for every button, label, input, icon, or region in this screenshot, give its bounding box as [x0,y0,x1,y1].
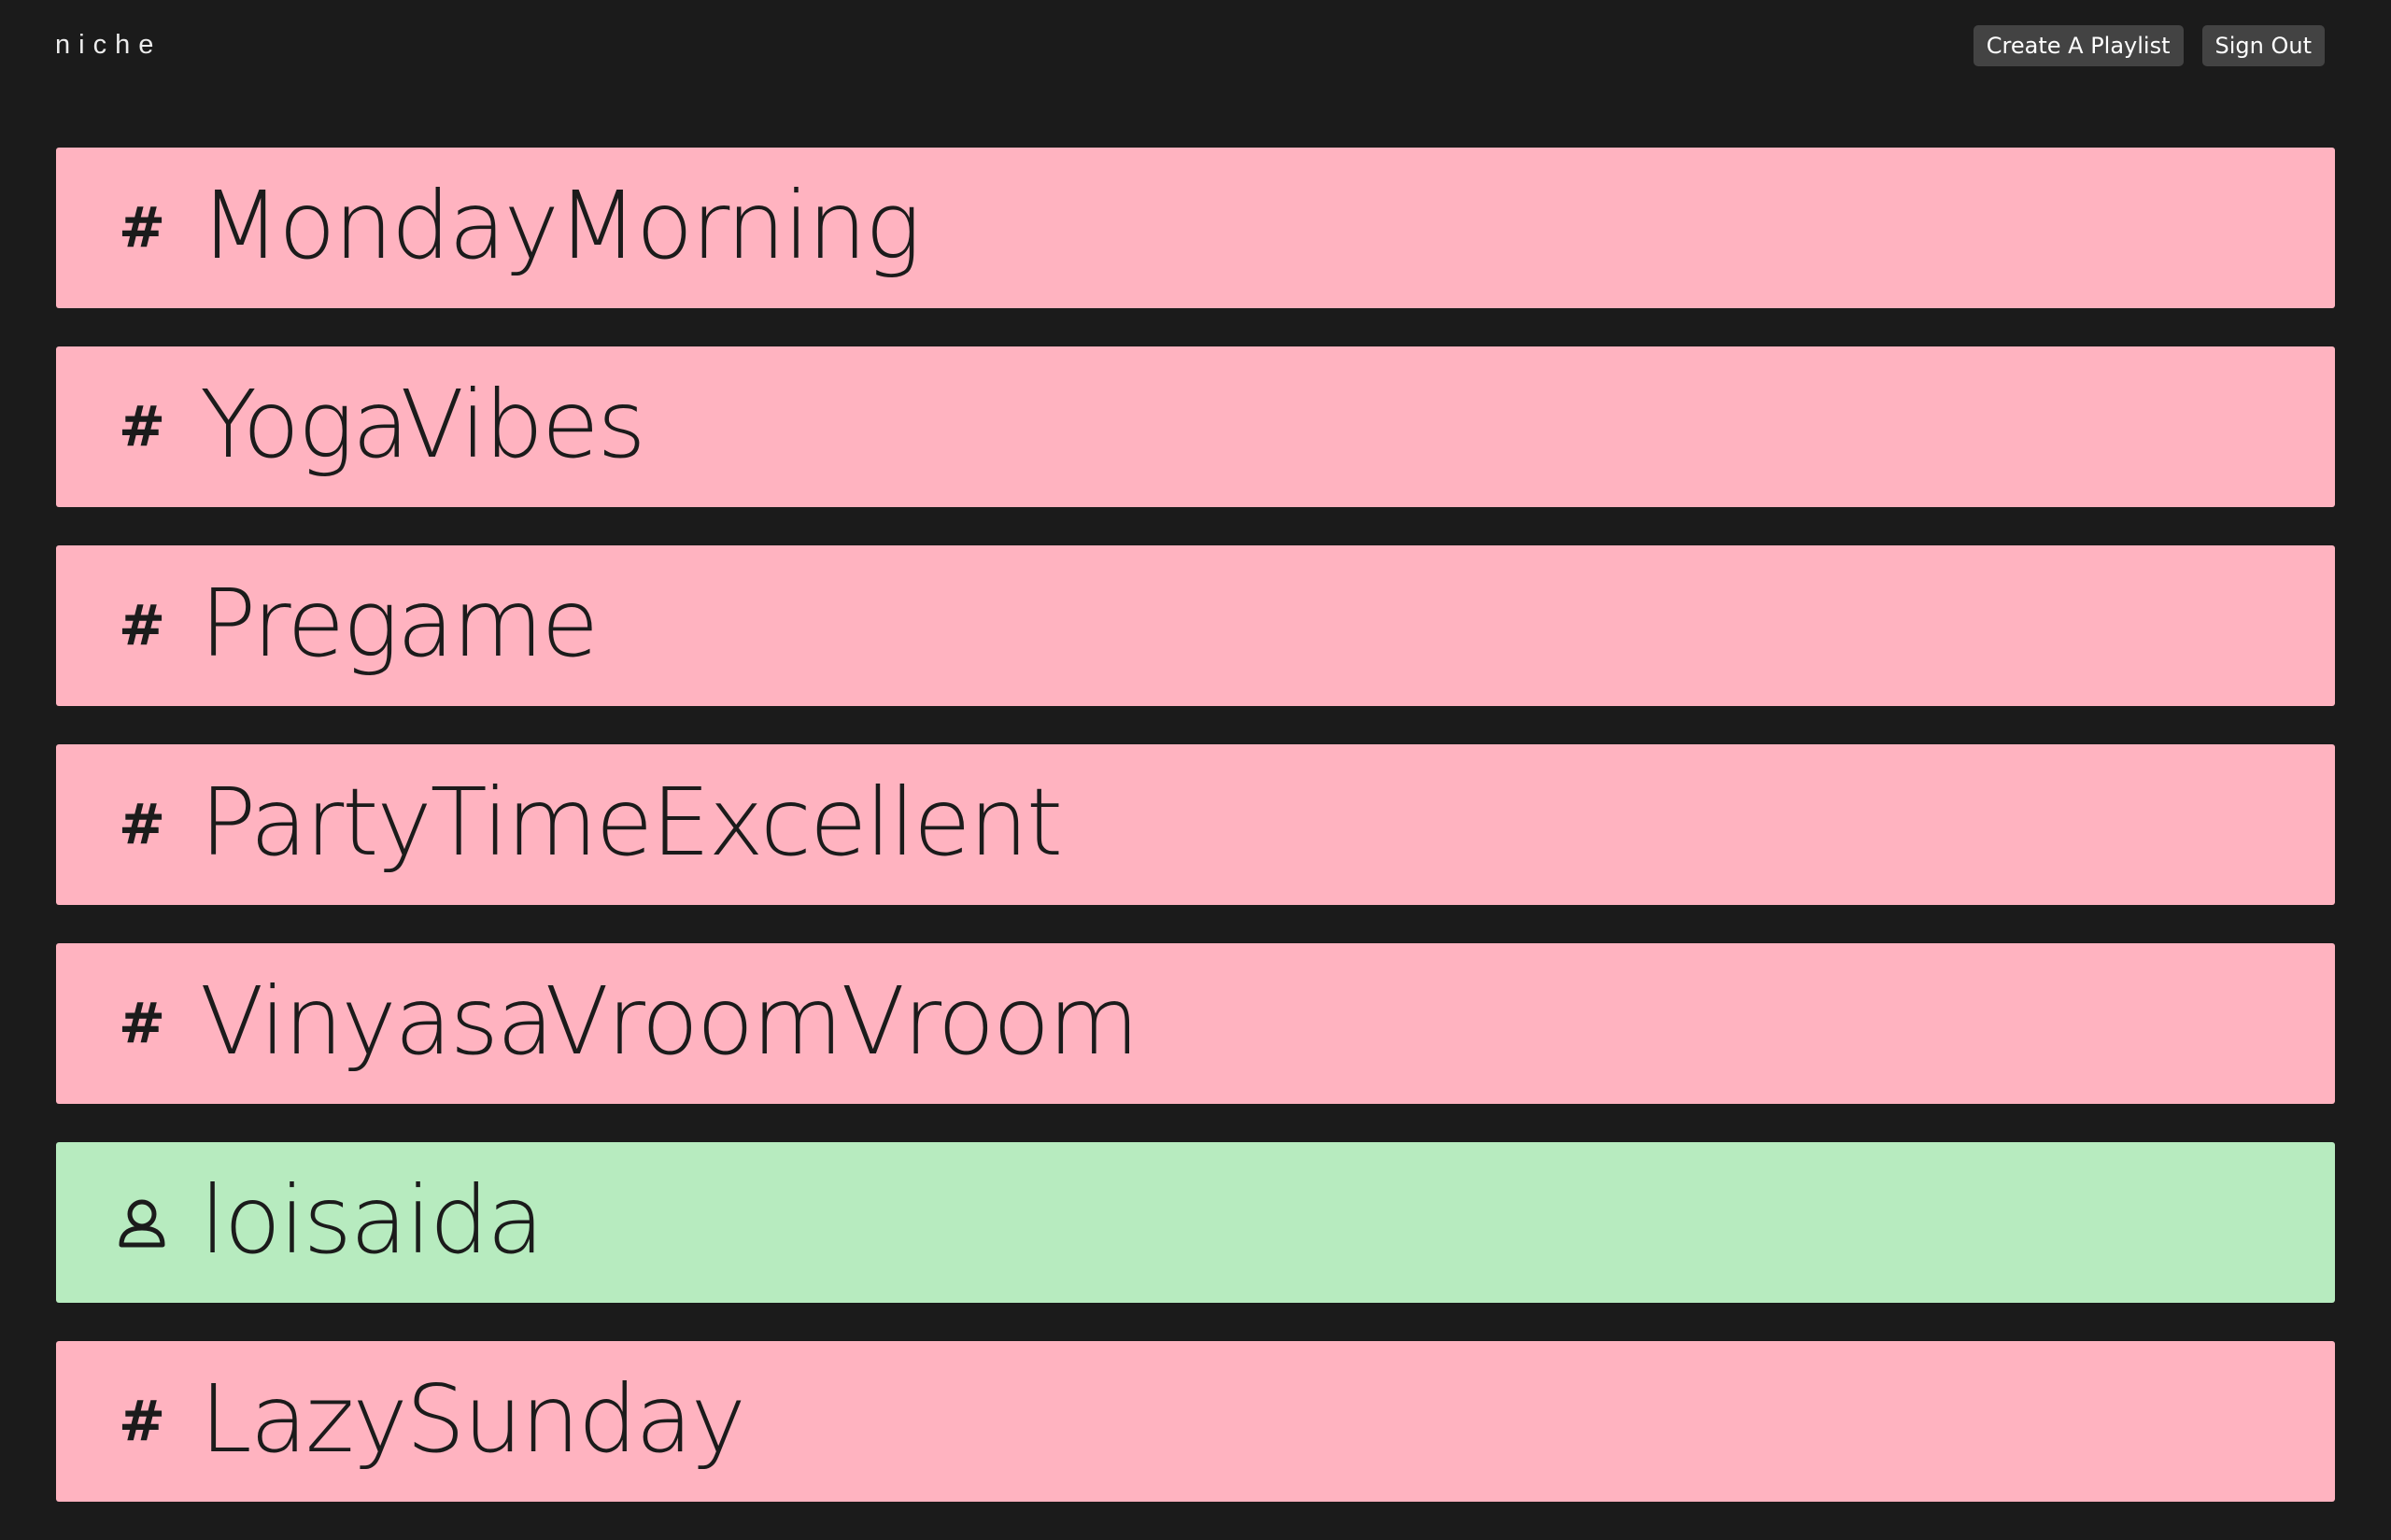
top-nav: Create A Playlist Sign Out [1973,25,2325,66]
hash-icon: # [118,394,166,459]
sign-out-button[interactable]: Sign Out [2201,25,2325,66]
playlist-name: PartyTimeExcellent [200,768,1063,877]
user-name: loisaida [200,1166,545,1275]
playlist-name: VinyasaVroomVroom [200,967,1139,1076]
playlist-card-yogavibes[interactable]: # YogaVibes [56,346,2335,507]
hash-icon: # [118,593,166,658]
user-icon [116,1193,168,1252]
hash-icon: # [118,195,166,261]
top-bar: niche Create A Playlist Sign Out [0,0,2391,93]
playlist-name: YogaVibes [200,370,646,479]
playlist-list: # MondayMorning # YogaVibes # Pregame # … [56,148,2335,1540]
playlist-card-pregame[interactable]: # Pregame [56,545,2335,706]
playlist-card-lazysunday[interactable]: # LazySunday [56,1341,2335,1502]
hash-icon: # [118,792,166,857]
playlist-name: MondayMorning [200,171,921,280]
hash-icon: # [118,1389,166,1454]
playlist-name: Pregame [200,569,599,678]
create-playlist-button[interactable]: Create A Playlist [1973,25,2184,66]
user-card-loisaida[interactable]: loisaida [56,1142,2335,1303]
playlist-name: LazySunday [200,1364,746,1474]
playlist-card-partytimeexcellent[interactable]: # PartyTimeExcellent [56,744,2335,905]
app-logo[interactable]: niche [55,26,162,64]
playlist-card-mondaymorning[interactable]: # MondayMorning [56,148,2335,308]
hash-icon: # [118,991,166,1056]
playlist-card-vinyasavroomvroom[interactable]: # VinyasaVroomVroom [56,943,2335,1104]
